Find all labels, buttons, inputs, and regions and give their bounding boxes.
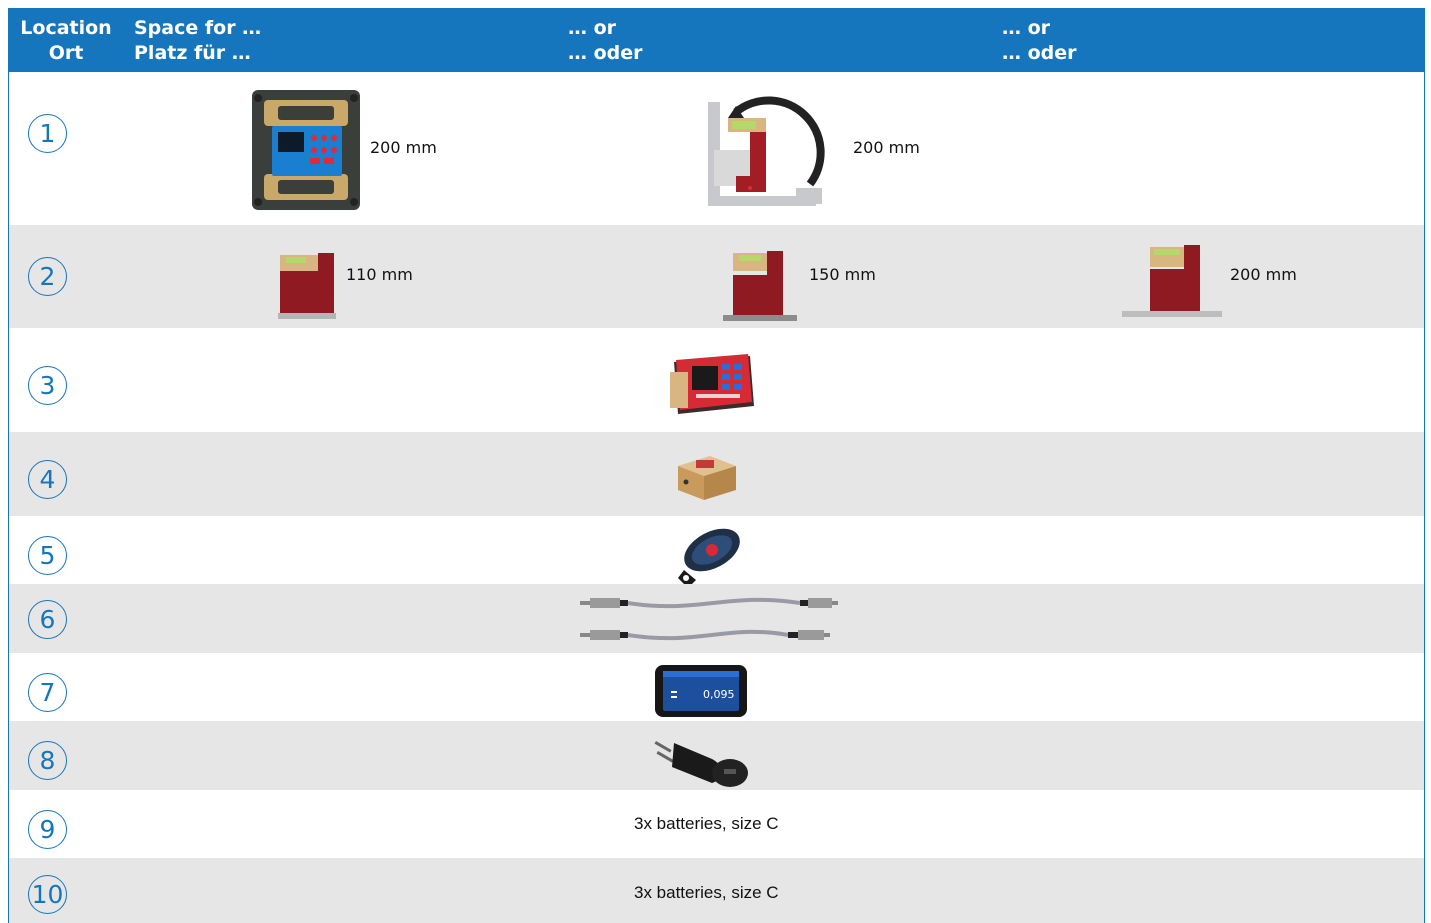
table-row: 1 200 mm 200 mm — [8, 72, 1425, 225]
remote-key-fob-icon — [678, 528, 740, 588]
precision-level-150-icon — [723, 251, 797, 321]
header-or2-de: … oder — [1002, 42, 1077, 64]
header-location: Location Ort — [20, 16, 112, 66]
table-row: 6 — [8, 584, 1425, 653]
smartphone-display-icon: 0,095 — [655, 665, 747, 717]
battery-note: 3x batteries, size C — [634, 883, 779, 902]
table-row: 9 3x batteries, size C — [8, 790, 1425, 858]
location-number-2: 2 — [28, 257, 67, 296]
location-number-8: 8 — [28, 741, 67, 780]
readout-display-unit-icon — [670, 354, 754, 414]
header-location-de: Ort — [48, 42, 84, 64]
header-or-1: … or … oder — [568, 16, 643, 66]
magnetic-angle-level-icon — [708, 96, 825, 206]
header-or1-de: … oder — [568, 42, 643, 64]
usb-charger-icon — [654, 740, 748, 787]
location-number-7: 7 — [28, 673, 67, 712]
table-row: 2 110 mm 150 mm 200 mm — [8, 225, 1425, 328]
table-row: 3 — [8, 328, 1425, 432]
table-border-left — [8, 8, 9, 923]
item-dimension: 200 mm — [370, 138, 437, 157]
location-number-10: 10 — [28, 875, 67, 914]
location-number-9: 9 — [28, 810, 67, 849]
location-number-5: 5 — [28, 536, 67, 575]
table-border-right — [1424, 8, 1425, 923]
header-location-en: Location — [20, 17, 112, 39]
header-space-de: Platz für … — [134, 42, 251, 64]
table-row: 5 — [8, 516, 1425, 588]
small-precision-level-110-icon — [278, 253, 336, 319]
location-number-1: 1 — [28, 114, 67, 153]
header-space-for: Space for … Platz für … — [134, 16, 261, 66]
table-row: 4 — [8, 432, 1425, 516]
item-dimension: 200 mm — [853, 138, 920, 157]
cyclops-block-level-icon — [252, 90, 360, 210]
header-or1-en: … or — [568, 17, 617, 39]
battery-note: 3x batteries, size C — [634, 814, 779, 833]
item-dimension: 110 mm — [346, 265, 413, 284]
connection-cables-icon — [580, 597, 838, 641]
wireless-module-icon — [678, 456, 736, 500]
location-number-6: 6 — [28, 600, 67, 639]
location-number-3: 3 — [28, 366, 67, 405]
item-dimension: 150 mm — [809, 265, 876, 284]
header-or-2: … or … oder — [1002, 16, 1077, 66]
item-dimension: 200 mm — [1230, 265, 1297, 284]
table-row: 8 — [8, 721, 1425, 790]
header-space-en: Space for … — [134, 17, 262, 39]
table-row: 7 0,095 — [8, 653, 1425, 721]
table-header: Location Ort Space for … Platz für … … o… — [8, 8, 1425, 72]
screen-value: 0,095 — [703, 688, 735, 701]
header-or2-en: … or — [1002, 17, 1051, 39]
precision-level-200-icon — [1122, 245, 1222, 317]
accessory-layout-table: Location Ort Space for … Platz für … … o… — [8, 8, 1425, 923]
table-row: 10 3x batteries, size C — [8, 858, 1425, 923]
location-number-4: 4 — [28, 460, 67, 499]
